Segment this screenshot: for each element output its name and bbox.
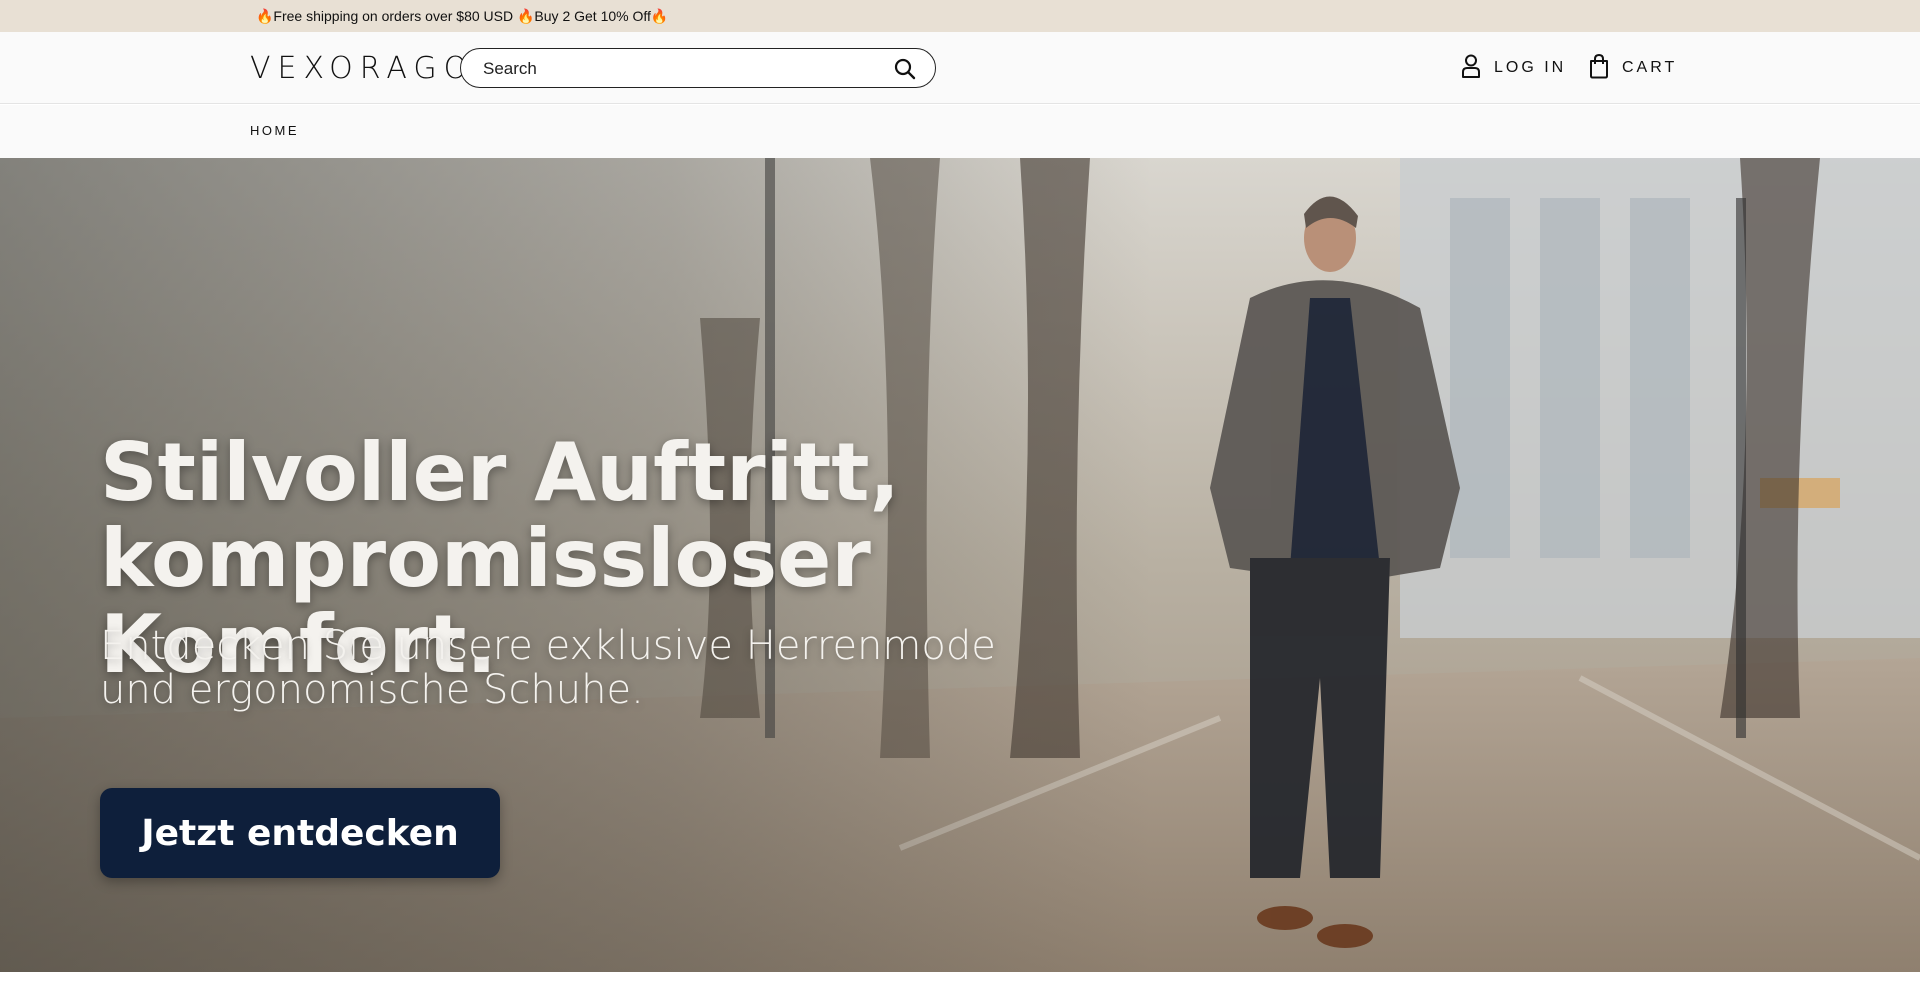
search-input[interactable] — [483, 58, 883, 80]
cart-link[interactable]: CART — [1588, 53, 1678, 84]
page-continuation — [0, 972, 1920, 993]
search-box[interactable] — [460, 48, 936, 88]
main-navigation: HOME — [0, 105, 1920, 158]
hero-banner: Stilvoller Auftritt, kompromissloser Kom… — [0, 158, 1920, 972]
announcement-bar: 🔥Free shipping on orders over $80 USD 🔥B… — [0, 0, 1920, 32]
cart-label: CART — [1622, 59, 1678, 76]
account-icon — [1460, 53, 1482, 84]
store-logo[interactable]: VEXORAGO — [250, 51, 474, 86]
nav-item-home[interactable]: HOME — [250, 123, 299, 138]
hero-subtitle-line-1: Entdecken Sie unsere exklusive Herrenmod… — [100, 623, 996, 669]
shopping-bag-icon — [1588, 53, 1610, 84]
discover-now-button[interactable]: Jetzt entdecken — [100, 788, 500, 878]
announcement-text: 🔥Free shipping on orders over $80 USD 🔥B… — [256, 8, 669, 24]
login-label: LOG IN — [1494, 59, 1567, 76]
login-link[interactable]: LOG IN — [1460, 54, 1566, 82]
site-header: VEXORAGO LOG IN CART — [0, 32, 1920, 104]
hero-title-line-1: Stilvoller Auftritt, — [100, 426, 900, 519]
hero-subtitle: Entdecken Sie unsere exklusive Herrenmod… — [100, 624, 1000, 712]
search-icon[interactable] — [893, 57, 917, 81]
hero-subtitle-line-2: und ergonomische Schuhe. — [100, 667, 644, 713]
